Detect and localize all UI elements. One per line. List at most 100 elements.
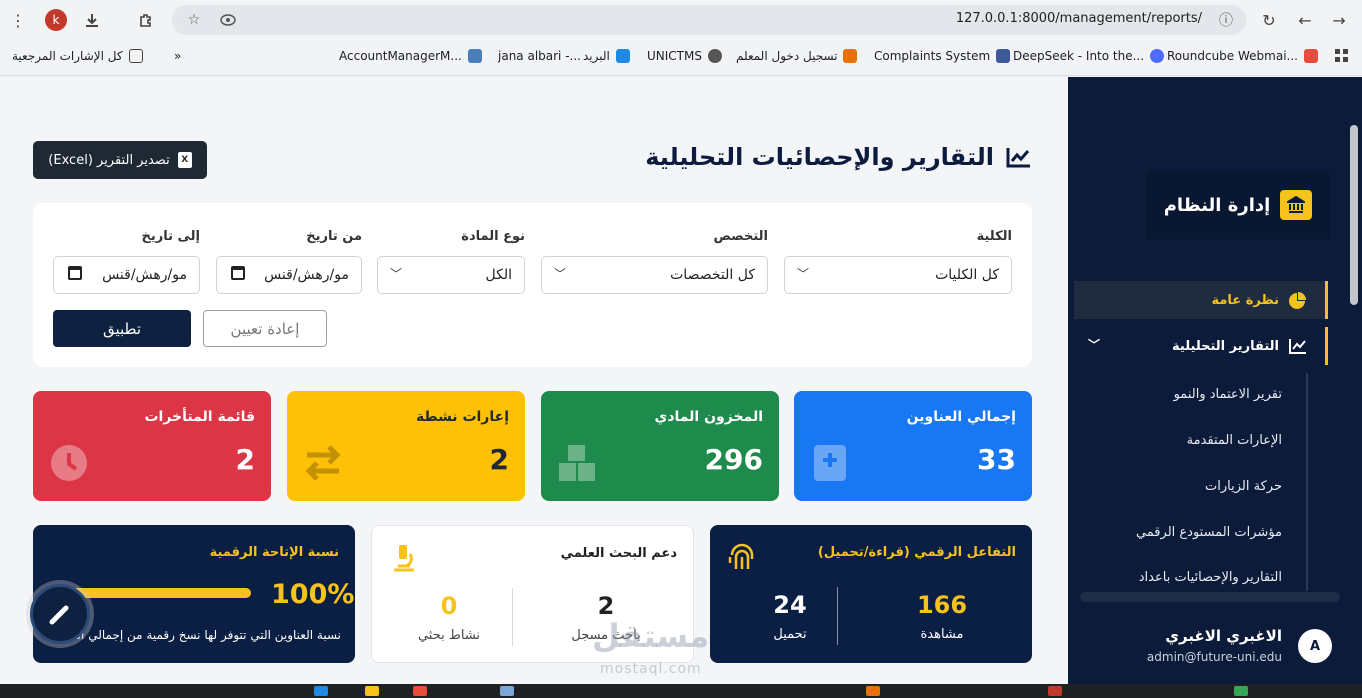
sidebar-brand-text: إدارة النظام bbox=[1163, 194, 1271, 216]
watermark-logo: مستقل bbox=[592, 617, 710, 655]
bookmark-label: تسجيل دخول المعلم bbox=[736, 49, 838, 63]
divider bbox=[512, 588, 513, 646]
bookmark-item[interactable]: UNICTMS bbox=[647, 49, 722, 63]
taskbar-app-icon[interactable] bbox=[365, 686, 379, 696]
bookmark-item[interactable]: AccountManagerM... bbox=[339, 49, 482, 63]
page-scrollbar[interactable] bbox=[1350, 125, 1358, 305]
forward-icon[interactable]: ← bbox=[1293, 8, 1317, 32]
bookmark-item[interactable]: jana albari -... bbox=[498, 49, 581, 63]
major-select-value: كل التخصصات bbox=[670, 267, 755, 283]
filters-card: الكلية كل الكليات ﹀ التخصص كل التخصصات ﹀… bbox=[33, 203, 1032, 367]
submenu-item-repository[interactable]: مؤشرات المستودع الرقمي bbox=[1136, 525, 1282, 540]
panel-title: التفاعل الرقمي (قراءة/تحميل) bbox=[817, 545, 1016, 560]
reset-button[interactable]: إعادة تعيين bbox=[203, 310, 327, 347]
microscope-icon bbox=[394, 545, 414, 572]
from-date-input[interactable]: مو/رهش/قنس bbox=[216, 256, 362, 294]
page-title-text: التقارير والإحصائيات التحليلية bbox=[645, 143, 994, 171]
availability-percent: 100% bbox=[271, 579, 355, 610]
reports-page: X تصدير التقرير (Excel) التقارير والإحصا… bbox=[0, 77, 1068, 684]
bookmark-label: Complaints System bbox=[874, 49, 991, 63]
url-text: 127.0.0.1:8000/management/reports/ bbox=[955, 11, 1202, 26]
sidebar-item-label: التقارير التحليلية bbox=[1172, 338, 1279, 354]
reload-icon[interactable]: ↻ bbox=[1257, 8, 1281, 32]
sidebar-brand[interactable]: إدارة النظام bbox=[1146, 171, 1330, 239]
site-info-icon[interactable]: ⓘ bbox=[1214, 8, 1238, 32]
bookmark-label: Roundcube Webmai... bbox=[1167, 49, 1298, 63]
more-vert-icon[interactable]: ⋮ bbox=[6, 8, 30, 32]
address-bar[interactable]: ☆ 127.0.0.1:8000/management/reports/ ⓘ bbox=[172, 5, 1246, 35]
sidebar-item-reports[interactable]: التقارير التحليلية ﹀ bbox=[1074, 327, 1328, 365]
globe-icon bbox=[707, 49, 722, 63]
views-label: مشاهدة bbox=[920, 627, 964, 642]
avatar[interactable]: A bbox=[1298, 629, 1332, 663]
college-select[interactable]: كل الكليات ﹀ bbox=[784, 256, 1012, 294]
taskbar-app-icon[interactable] bbox=[866, 686, 880, 696]
all-bookmarks-label: كل الإشارات المرجعية bbox=[12, 49, 123, 63]
folder-icon bbox=[128, 49, 143, 63]
bookmark-label: UNICTMS bbox=[647, 49, 702, 63]
major-select[interactable]: كل التخصصات ﹀ bbox=[541, 256, 768, 294]
sidebar-scrollbar[interactable] bbox=[1080, 592, 1340, 602]
from-date-label: من تاريخ bbox=[306, 229, 362, 244]
submenu-item-accreditation[interactable]: تقرير الاعتماد والنمو bbox=[1174, 387, 1282, 402]
user-name: الاغبري الاغبري bbox=[1165, 627, 1282, 645]
material-type-select[interactable]: الكل ﹀ bbox=[377, 256, 525, 294]
chevron-down-icon: ﹀ bbox=[1088, 338, 1101, 352]
apply-button[interactable]: تطبيق bbox=[53, 310, 191, 347]
stat-card-overdue-list: قائمة المتأخرات 2 bbox=[33, 391, 271, 501]
bookmark-label: DeepSeek - Into the... bbox=[1013, 49, 1145, 63]
bookmark-item[interactable]: Complaints System bbox=[874, 49, 1011, 63]
to-date-value: مو/رهش/قنس bbox=[102, 267, 187, 283]
page-title: التقارير والإحصائيات التحليلية bbox=[645, 143, 1032, 171]
bookmark-item[interactable]: تسجيل دخول المعلم bbox=[736, 49, 858, 63]
to-date-input[interactable]: مو/رهش/قنس bbox=[53, 256, 200, 294]
calendar-icon[interactable] bbox=[231, 266, 245, 280]
admin-sidebar: إدارة النظام نظرة عامة التقارير التحليلي… bbox=[1068, 77, 1362, 684]
chevron-down-icon: ﹀ bbox=[797, 267, 810, 281]
shield-icon bbox=[996, 49, 1011, 63]
taskbar-app-icon[interactable] bbox=[1234, 686, 1248, 696]
eye-icon[interactable] bbox=[216, 8, 240, 32]
taskbar-app-icon[interactable] bbox=[500, 686, 514, 696]
edit-fab-button[interactable] bbox=[30, 584, 90, 644]
chevron-down-icon: ﹀ bbox=[554, 267, 567, 281]
deepseek-icon bbox=[1150, 49, 1165, 63]
bookmark-item[interactable]: البريد bbox=[583, 49, 630, 63]
taskbar-app-icon[interactable] bbox=[413, 686, 427, 696]
taskbar-app-icon[interactable] bbox=[314, 686, 328, 696]
calendar-icon[interactable] bbox=[68, 266, 82, 280]
bookmark-star-icon[interactable]: ☆ bbox=[182, 8, 206, 32]
bank-icon bbox=[1280, 190, 1313, 220]
stat-label: المخزون المادي bbox=[654, 409, 763, 425]
submenu-item-advanced-loans[interactable]: الإعارات المتقدمة bbox=[1187, 433, 1282, 448]
stat-value: 296 bbox=[704, 443, 763, 476]
material-type-select-value: الكل bbox=[485, 267, 513, 283]
profile-avatar[interactable]: k bbox=[45, 9, 67, 31]
book-plus-icon bbox=[814, 445, 846, 481]
submenu-item-visits[interactable]: حركة الزيارات bbox=[1205, 479, 1282, 494]
bookmark-item[interactable]: Roundcube Webmai... bbox=[1167, 49, 1318, 63]
submenu-line bbox=[1306, 373, 1308, 591]
taskbar-app-icon[interactable] bbox=[1048, 686, 1062, 696]
download-icon[interactable] bbox=[80, 8, 104, 32]
bookmark-item[interactable]: DeepSeek - Into the... bbox=[1013, 49, 1165, 63]
watermark-url: mostaql.com bbox=[600, 661, 702, 677]
bookmarks-overflow-icon[interactable]: » bbox=[174, 49, 181, 63]
sidebar-item-label: نظرة عامة bbox=[1211, 292, 1279, 308]
digital-interaction-panel: التفاعل الرقمي (قراءة/تحميل) 166 مشاهدة … bbox=[710, 525, 1032, 663]
major-label: التخصص bbox=[713, 229, 768, 244]
export-excel-button[interactable]: X تصدير التقرير (Excel) bbox=[33, 141, 207, 179]
back-icon[interactable]: → bbox=[1327, 8, 1351, 32]
chevron-down-icon: ﹀ bbox=[390, 267, 403, 281]
grid-icon bbox=[467, 49, 482, 63]
cpanel-icon bbox=[1303, 49, 1318, 63]
stat-card-active-loans: إعارات نشطة 2 bbox=[287, 391, 525, 501]
stat-value: 2 bbox=[235, 443, 255, 476]
extensions-icon[interactable] bbox=[134, 8, 158, 32]
submenu-item-reports-settings[interactable]: التقارير والإحصائيات باعداد bbox=[1139, 570, 1282, 585]
apps-grid-icon[interactable] bbox=[1335, 49, 1349, 63]
all-bookmarks[interactable]: كل الإشارات المرجعية bbox=[12, 49, 143, 63]
researchers-value: 2 bbox=[597, 592, 615, 620]
sidebar-item-overview[interactable]: نظرة عامة bbox=[1074, 281, 1328, 319]
taskbar bbox=[0, 684, 1362, 698]
